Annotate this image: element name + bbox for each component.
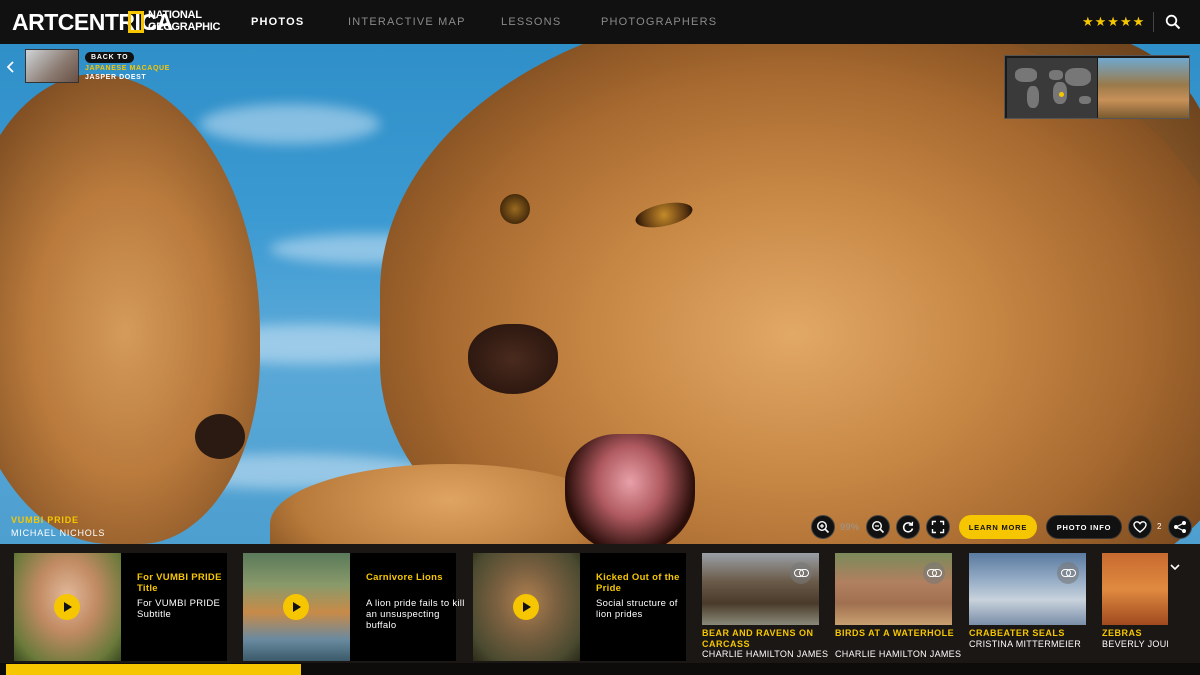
search-icon[interactable] [1165, 14, 1181, 30]
world-map [1007, 58, 1097, 118]
national-geographic-logo[interactable]: NATIONAL GEOGRAPHIC [148, 9, 221, 33]
rotate-button[interactable] [896, 515, 920, 539]
national-geographic-logo-box [128, 11, 144, 33]
zoom-in-icon [816, 520, 830, 534]
related-photo-thumbnail [1102, 553, 1168, 625]
related-photo-author: CHARLIE HAMILTON JAMES [702, 649, 829, 659]
lion-eye-left [500, 194, 530, 224]
video-title: Kicked Out of the Pride [596, 572, 680, 594]
location-marker [1059, 92, 1064, 97]
video-subtitle: For VUMBI PRIDE Subtitle [137, 598, 221, 620]
zoom-out-button[interactable] [866, 515, 890, 539]
photo-photographer[interactable]: MICHAEL NICHOLS [11, 528, 105, 538]
play-icon[interactable] [513, 594, 539, 620]
like-button[interactable] [1128, 515, 1152, 539]
link-icon[interactable] [923, 562, 945, 584]
video-title: For VUMBI PRIDE Title [137, 572, 222, 594]
learn-more-button[interactable]: LEARN MORE [959, 515, 1037, 539]
lion-nose [468, 324, 558, 394]
video-card[interactable]: Kicked Out of the Pride Social structure… [473, 553, 686, 661]
minimap-photo-thumbnail [1098, 58, 1189, 118]
heart-icon [1133, 521, 1147, 533]
rating-stars[interactable]: ★★★★★ [1082, 14, 1145, 30]
lioness-nose [195, 414, 245, 459]
nav-photos[interactable]: PHOTOS [251, 16, 304, 28]
rotate-icon [902, 521, 914, 533]
zoom-level: 99% [840, 522, 860, 532]
share-button[interactable] [1168, 515, 1192, 539]
back-to-button[interactable]: BACK TO [85, 52, 135, 63]
fullscreen-button[interactable] [926, 515, 950, 539]
nav-photographers[interactable]: PHOTOGRAPHERS [601, 16, 717, 28]
photo-title: VUMBI PRIDE [11, 515, 79, 525]
zoom-out-icon [871, 520, 885, 534]
chevron-left-icon[interactable] [7, 61, 15, 73]
play-icon[interactable] [283, 594, 309, 620]
video-card[interactable]: For VUMBI PRIDE Title For VUMBI PRIDE Su… [14, 553, 227, 661]
related-photo-author: BEVERLY JOUBERT [1102, 639, 1168, 649]
back-photo-author: JASPER DOEST [85, 74, 147, 81]
related-photo-title: BEAR AND RAVENS ON CARCASS [702, 628, 814, 649]
related-photo-card[interactable]: ZEBRAS BEVERLY JOUBERT [1102, 553, 1168, 661]
share-icon [1174, 521, 1186, 533]
related-photo-author: CHARLIE HAMILTON JAMES [835, 649, 962, 659]
link-icon[interactable] [790, 562, 812, 584]
link-icon[interactable] [1057, 562, 1079, 584]
video-subtitle: Social structure of lion prides [596, 598, 678, 620]
photo-info-button[interactable]: PHOTO INFO [1046, 515, 1122, 539]
back-photo-title[interactable]: JAPANESE MACAQUE [85, 65, 170, 72]
chevron-down-icon[interactable] [1170, 562, 1180, 572]
top-nav-bar: ARTCENTRICA NATIONAL GEOGRAPHIC PHOTOS I… [0, 0, 1200, 44]
nav-interactive-map[interactable]: INTERACTIVE MAP [348, 16, 466, 28]
nav-divider [1153, 12, 1154, 32]
video-title: Carnivore Lions [366, 572, 443, 583]
main-photo[interactable] [0, 44, 1200, 544]
related-photo-title: CRABEATER SEALS [969, 628, 1065, 638]
related-photo-title: ZEBRAS [1102, 628, 1143, 638]
fullscreen-icon [931, 520, 945, 534]
partner-line-1: NATIONAL [148, 9, 202, 21]
back-thumbnail[interactable] [25, 49, 79, 83]
play-icon[interactable] [54, 594, 80, 620]
related-photo-title: BIRDS AT A WATERHOLE [835, 628, 955, 638]
like-count: 2 [1157, 522, 1162, 531]
video-subtitle: A lion pride fails to kill an unsuspecti… [366, 598, 465, 631]
cloud [200, 104, 380, 144]
partner-line-2: GEOGRAPHIC [148, 20, 221, 33]
scroll-thumb[interactable] [6, 664, 301, 675]
lioness-left [0, 74, 260, 544]
lion-mouth [565, 434, 695, 544]
related-photo-author: CRISTINA MITTERMEIER [969, 639, 1082, 649]
nav-lessons[interactable]: LESSONS [501, 16, 561, 28]
location-minimap[interactable] [1004, 55, 1190, 119]
zoom-in-button[interactable] [811, 515, 835, 539]
video-card[interactable]: Carnivore Lions A lion pride fails to ki… [243, 553, 464, 661]
